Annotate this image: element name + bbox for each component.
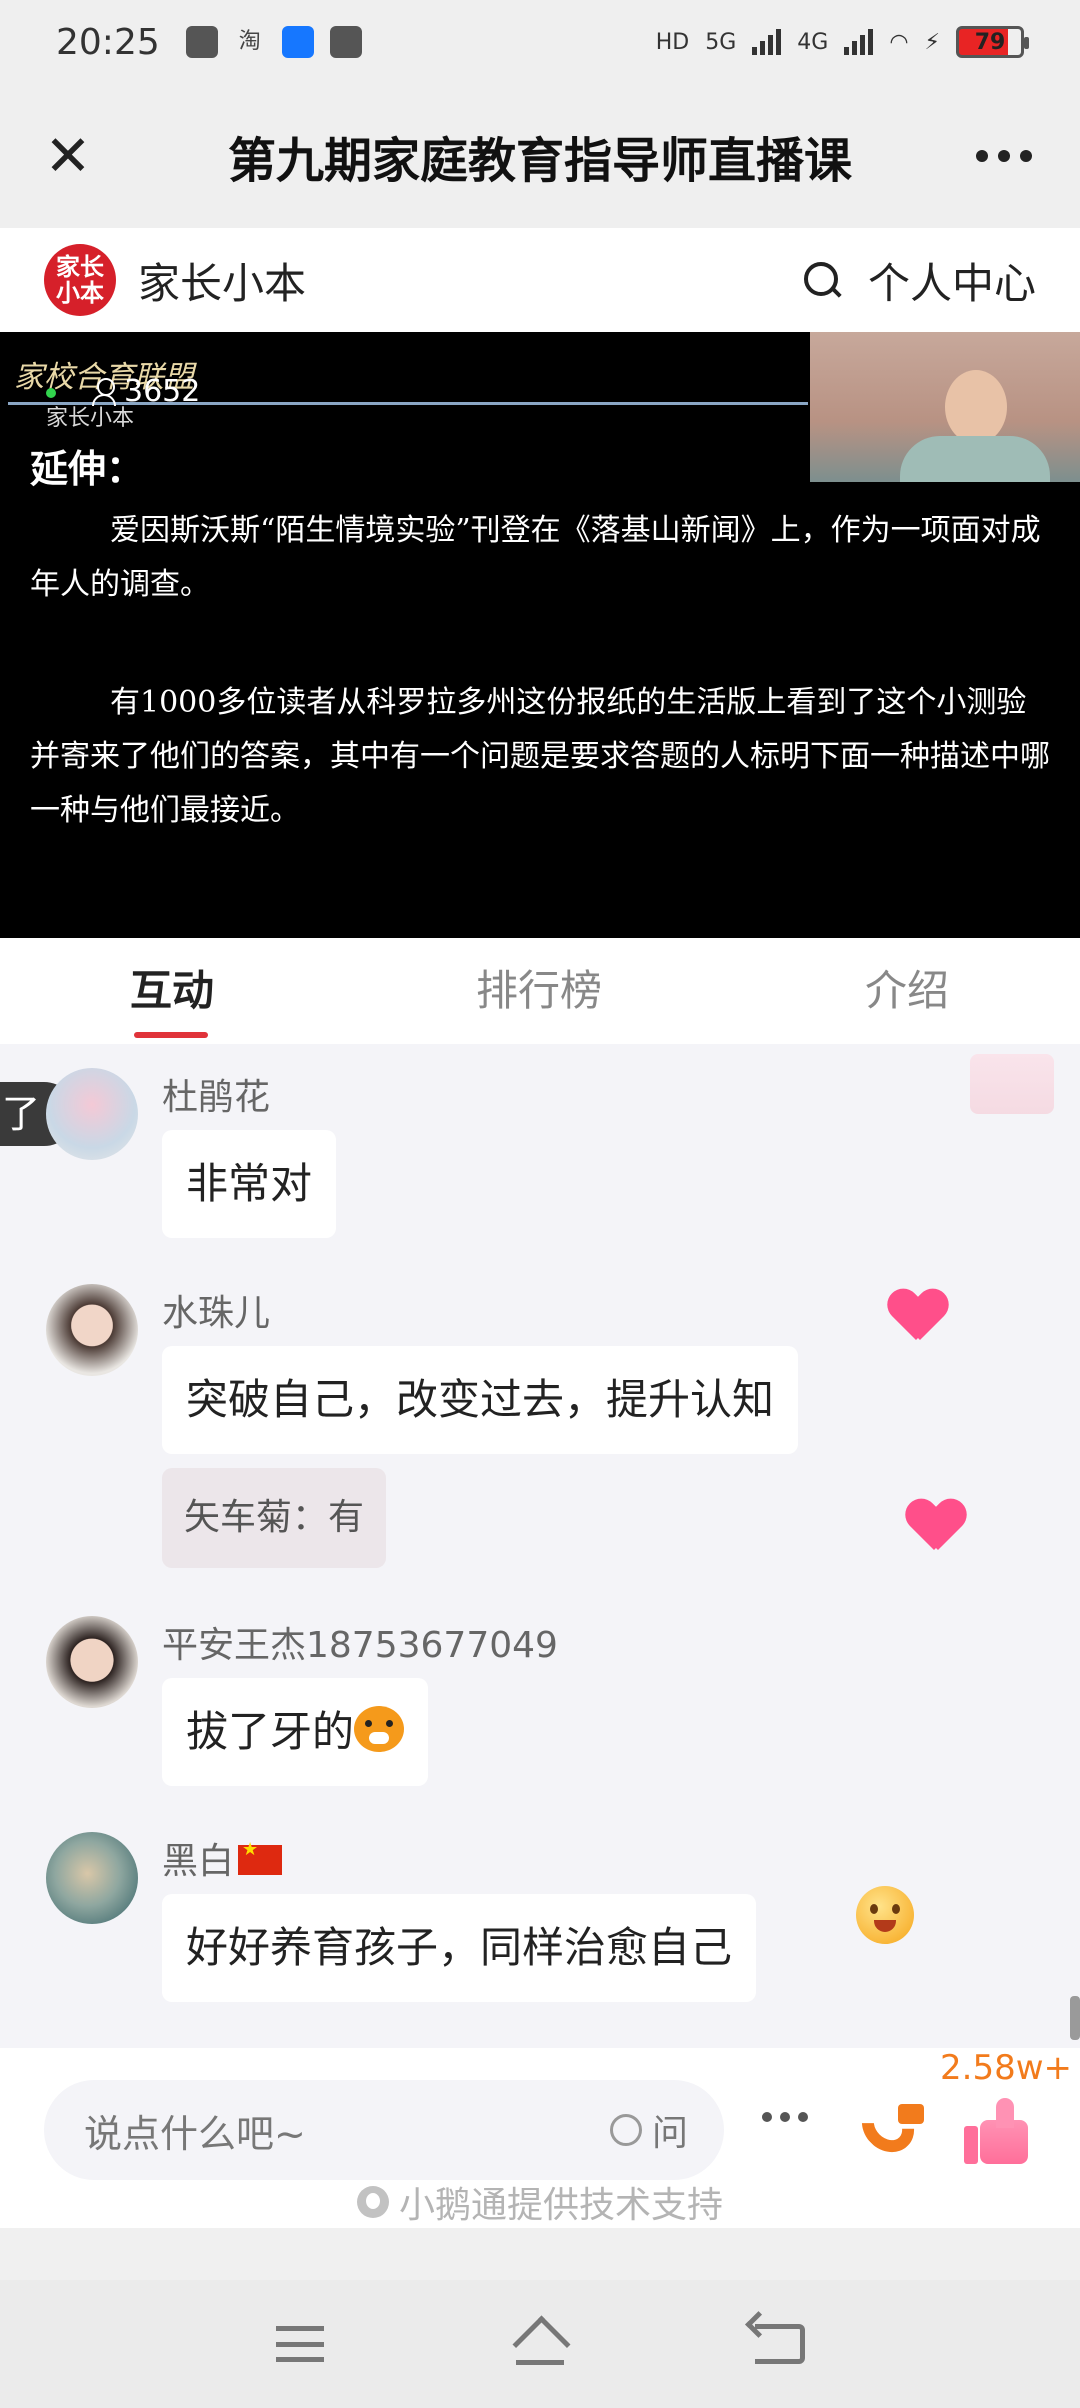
camera-shape [898,2104,924,2124]
status-indicators: HD 5G 4G ◠ ⚡ 79 [655,26,1029,58]
username: 平安王杰18753677049 [162,1625,558,1666]
viewer-count-value: 3652 [124,374,201,409]
wifi-icon: ◠ [889,29,909,55]
search-icon[interactable] [800,258,844,302]
status-bar: 20:25 淘 HD 5G 4G ◠ ⚡ 79 [0,0,1080,84]
video-call-icon[interactable] [851,2089,928,2163]
system-nav-bar [0,2280,1080,2408]
powered-by-text: 小鹅通提供技术支持 [398,2185,723,2226]
avatar[interactable] [46,1616,138,1708]
brand-actions: 个人中心 [800,250,1036,311]
message-bubble: 好好养育孩子，同样治愈自己 [162,1894,757,2002]
username: 黑白 [162,1832,283,1884]
video-app-icon [329,26,362,58]
avatar[interactable] [46,1284,138,1376]
like-count: 2.58w+ [940,2048,1072,2088]
xiaoe-logo-icon [356,2186,389,2218]
tab-bar: 互动 排行榜 介绍 [0,938,1080,1044]
powered-by: 小鹅通提供技术支持 [0,2176,1080,2228]
back-icon [755,2324,805,2364]
tab-ranking[interactable]: 排行榜 [344,938,734,1044]
close-button[interactable]: ✕ [36,123,100,189]
ask-label: 问 [651,2113,688,2154]
floating-like-badge [970,1054,1054,1114]
comment-input[interactable]: 说点什么吧~ 问 [44,2080,724,2180]
viewer-count: 3652 [46,374,201,409]
signal-icon-2 [844,29,874,55]
smiley-emoji-icon [856,1886,914,1944]
taobao-icon: 淘 [238,29,261,54]
close-icon: ✕ [44,123,92,189]
teacher-body [900,436,1050,482]
brand-logo[interactable]: 家长小本 [44,244,116,316]
brand-bar: 家长小本 家长小本 个人中心 [0,228,1080,332]
thumbs-up-icon[interactable] [964,2098,1034,2168]
message-bubble: 非常对 [162,1130,337,1238]
slide-paragraph-1: 爱因斯沃斯“陌生情境实验”刊登在《落基山新闻》上，作为一项面对成年人的调查。 [30,513,1041,602]
comment-placeholder: 说点什么吧~ [84,2111,306,2156]
more-options-button[interactable] [964,124,1044,188]
back-button[interactable] [740,2314,820,2374]
tiger-emoji-icon [354,1706,405,1752]
tab-introduction[interactable]: 介绍 [734,938,1080,1044]
live-dot [46,388,56,398]
message-bubble: 拔了牙的 [162,1678,429,1786]
heart-icon [906,1500,966,1556]
tab-interaction[interactable]: 互动 [0,938,344,1044]
scrollbar[interactable] [1070,1996,1080,2040]
china-flag-icon [238,1839,283,1875]
battery-icon: 79 [956,26,1029,58]
live-video-player[interactable]: 家校合育联盟 家长小本 3652 延伸： 爱因斯沃斯“陌生情境实验”刊登在《落基… [0,332,1080,938]
teacher-head [945,370,1007,444]
slide-paragraph-2: 有1000多位读者从科罗拉多州这份报纸的生活版上看到了这个小测验并寄来了他们的答… [30,685,1050,828]
page-title: 第九期家庭教育指导师直播课 [227,133,852,189]
username-text: 黑白 [162,1841,235,1882]
wechat-icon [185,26,218,58]
personal-center-link[interactable]: 个人中心 [868,250,1036,311]
thumb-cuff-shape [964,2126,978,2164]
signal-icon [752,29,782,55]
avatar[interactable] [46,1832,138,1924]
phone-handset-shape [851,2089,925,2163]
ask-toggle[interactable]: 问 [609,2104,688,2156]
chat-list[interactable]: 了 杜鹃花 非常对 水珠儿 突破自己，改变过去，提升认知 矢车菊：有 平安王杰1… [0,1044,1080,2048]
status-time: 20:25 [56,21,160,63]
message-bubble: 突破自己，改变过去，提升认知 [162,1346,799,1454]
home-button[interactable] [500,2314,580,2374]
heart-icon [888,1290,948,1346]
username: 杜鹃花 [162,1077,271,1118]
status-app-icons: 淘 [185,26,362,58]
brand-name[interactable]: 家长小本 [138,250,306,311]
logo-text: 家长小本 [56,253,104,307]
dot-icon [976,150,988,162]
input-bar: 2.58w+ 说点什么吧~ 问 小鹅通提供技术支持 [0,2048,1080,2228]
dot-icon [762,2112,772,2122]
avatar[interactable] [46,1068,138,1160]
hd-icon: HD [655,29,690,55]
dot-icon [998,150,1010,162]
radio-icon [609,2114,642,2146]
message-text: 拔了牙的 [186,1707,355,1756]
home-icon [512,2322,568,2366]
username: 水珠儿 [162,1293,271,1334]
menu-icon [276,2326,324,2362]
teacher-camera[interactable] [810,332,1080,482]
alipay-icon [281,26,314,58]
network-5g-label: 5G [705,29,737,55]
dot-icon [780,2112,790,2122]
dot-icon [798,2112,808,2122]
reply-bubble: 矢车菊：有 [162,1468,387,1568]
thumb-finger-shape [996,2098,1014,2128]
more-button[interactable] [762,2112,808,2122]
network-4g-label: 4G [797,29,829,55]
recent-apps-button[interactable] [260,2314,340,2374]
title-bar: ✕ 第九期家庭教育指导师直播课 [0,84,1080,228]
slide-heading: 延伸： [30,446,145,491]
dot-icon [1020,150,1032,162]
user-icon [92,377,116,406]
charging-icon: ⚡ [924,29,940,55]
